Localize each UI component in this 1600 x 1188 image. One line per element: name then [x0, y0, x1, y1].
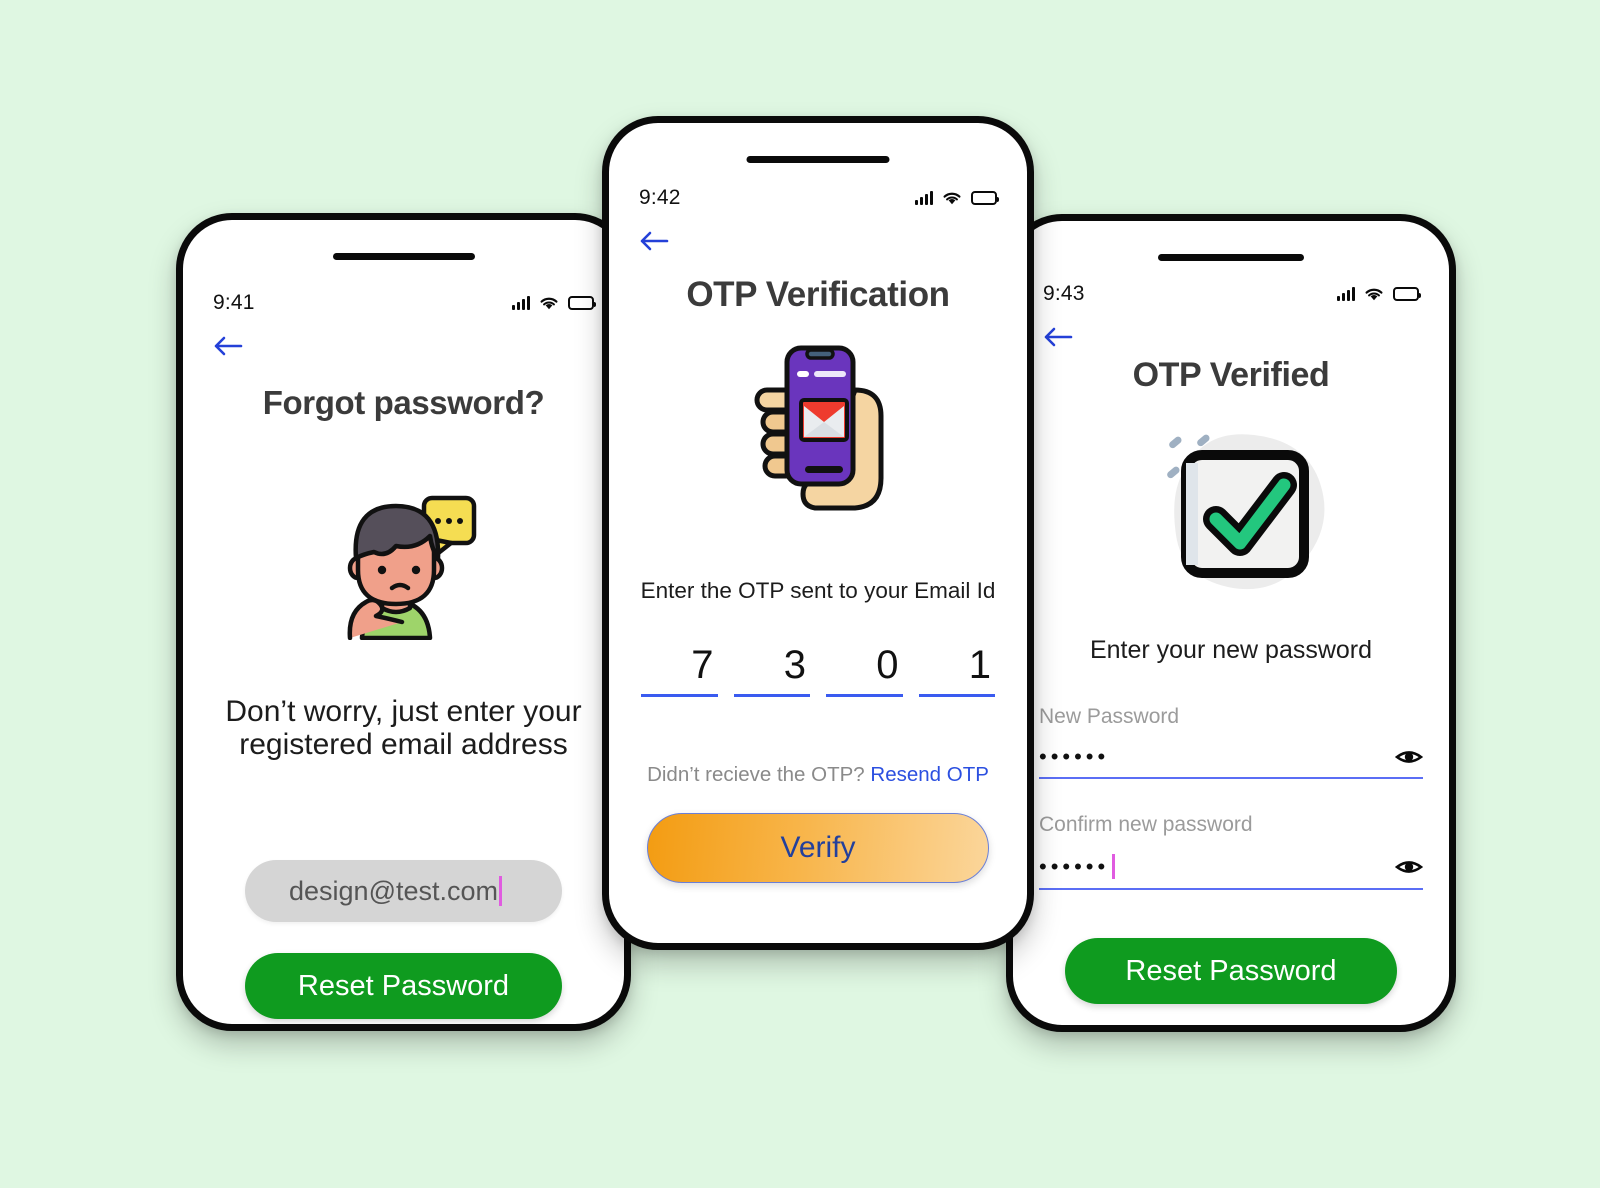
- status-clock: 9:41: [213, 291, 255, 314]
- battery-full-icon: [1393, 287, 1421, 301]
- page-title: OTP Verification: [686, 275, 950, 314]
- new-password-value: ••••••: [1039, 744, 1110, 769]
- status-bar: 9:43: [1013, 281, 1449, 307]
- speaker-bar: [1158, 254, 1304, 261]
- wifi-icon: [1365, 288, 1383, 300]
- back-arrow-icon[interactable]: [637, 228, 671, 254]
- reset-password-button[interactable]: Reset Password: [1065, 938, 1397, 1004]
- page-subtitle: Enter your new password: [1089, 636, 1373, 664]
- new-password-input[interactable]: ••••••: [1039, 746, 1423, 779]
- status-clock: 9:42: [639, 186, 681, 209]
- confirm-password-group: Confirm new password ••••••: [1039, 813, 1423, 890]
- speaker-bar: [332, 253, 475, 260]
- otp-digit-3-value: 0: [876, 643, 899, 687]
- page-title: OTP Verified: [1132, 356, 1330, 394]
- speaker-bar: [746, 156, 890, 163]
- confirm-password-input[interactable]: ••••••: [1039, 854, 1423, 890]
- wifi-icon: [943, 192, 961, 204]
- battery-full-icon: [971, 191, 999, 205]
- page-title: Forgot password?: [262, 384, 545, 421]
- eye-icon[interactable]: [1395, 858, 1423, 876]
- resend-otp-row: Didn’t recieve the OTP? Resend OTP: [609, 763, 1027, 787]
- otp-digit-4[interactable]: 1: [918, 643, 995, 697]
- signal-bars-icon: [915, 191, 933, 205]
- wifi-icon: [540, 297, 558, 309]
- status-clock: 9:43: [1043, 282, 1085, 305]
- phone-mockup-otp-verification: 9:42 OTP Verification Enter the OTP sent…: [602, 116, 1034, 950]
- status-bar: 9:42: [609, 185, 1027, 211]
- confirm-password-label: Confirm new password: [1039, 813, 1253, 836]
- phone-mockup-forgot-password: 9:41 Forgot password? Don’t worry, just …: [176, 213, 631, 1031]
- back-arrow-icon[interactable]: [211, 333, 245, 359]
- verify-button[interactable]: Verify: [647, 813, 989, 883]
- new-password-group: New Password ••••••: [1039, 705, 1423, 779]
- text-caret: [499, 876, 502, 906]
- confirm-password-value: ••••••: [1039, 853, 1110, 879]
- resend-prompt-text: Didn’t recieve the OTP?: [647, 763, 865, 786]
- otp-digit-4-value: 1: [968, 643, 991, 687]
- thinking-person-illustration: [183, 480, 624, 640]
- otp-digit-3[interactable]: 0: [826, 643, 903, 697]
- email-input[interactable]: design@test.com: [245, 860, 562, 922]
- page-subtitle: Don’t worry, just enter your registered …: [225, 695, 582, 761]
- otp-digit-1[interactable]: 7: [641, 643, 718, 697]
- page-subtitle: Enter the OTP sent to your Email Id: [640, 578, 996, 603]
- green-checkmark-illustration: [1013, 411, 1449, 601]
- text-caret: [1112, 854, 1115, 879]
- email-input-value: design@test.com: [289, 875, 498, 906]
- otp-digit-1-value: 7: [691, 643, 714, 687]
- new-password-label: New Password: [1039, 705, 1180, 728]
- otp-digit-2-value: 3: [783, 643, 806, 687]
- status-bar: 9:41: [183, 290, 624, 316]
- otp-digit-2[interactable]: 3: [733, 643, 810, 697]
- screens-canvas: 9:41 Forgot password? Don’t worry, just …: [0, 0, 1600, 1188]
- battery-full-icon: [568, 296, 596, 310]
- signal-bars-icon: [512, 296, 530, 310]
- back-arrow-icon[interactable]: [1041, 324, 1075, 350]
- hand-holding-phone-gmail-illustration: [609, 338, 1027, 518]
- otp-input-group: 7 3 0 1: [641, 643, 995, 697]
- phone-mockup-otp-verified: 9:43 OTP Verified Enter your new passwor…: [1006, 214, 1456, 1032]
- reset-password-button[interactable]: Reset Password: [245, 953, 562, 1019]
- signal-bars-icon: [1337, 287, 1355, 301]
- eye-icon[interactable]: [1395, 748, 1423, 766]
- resend-otp-link[interactable]: Resend OTP: [870, 763, 989, 786]
